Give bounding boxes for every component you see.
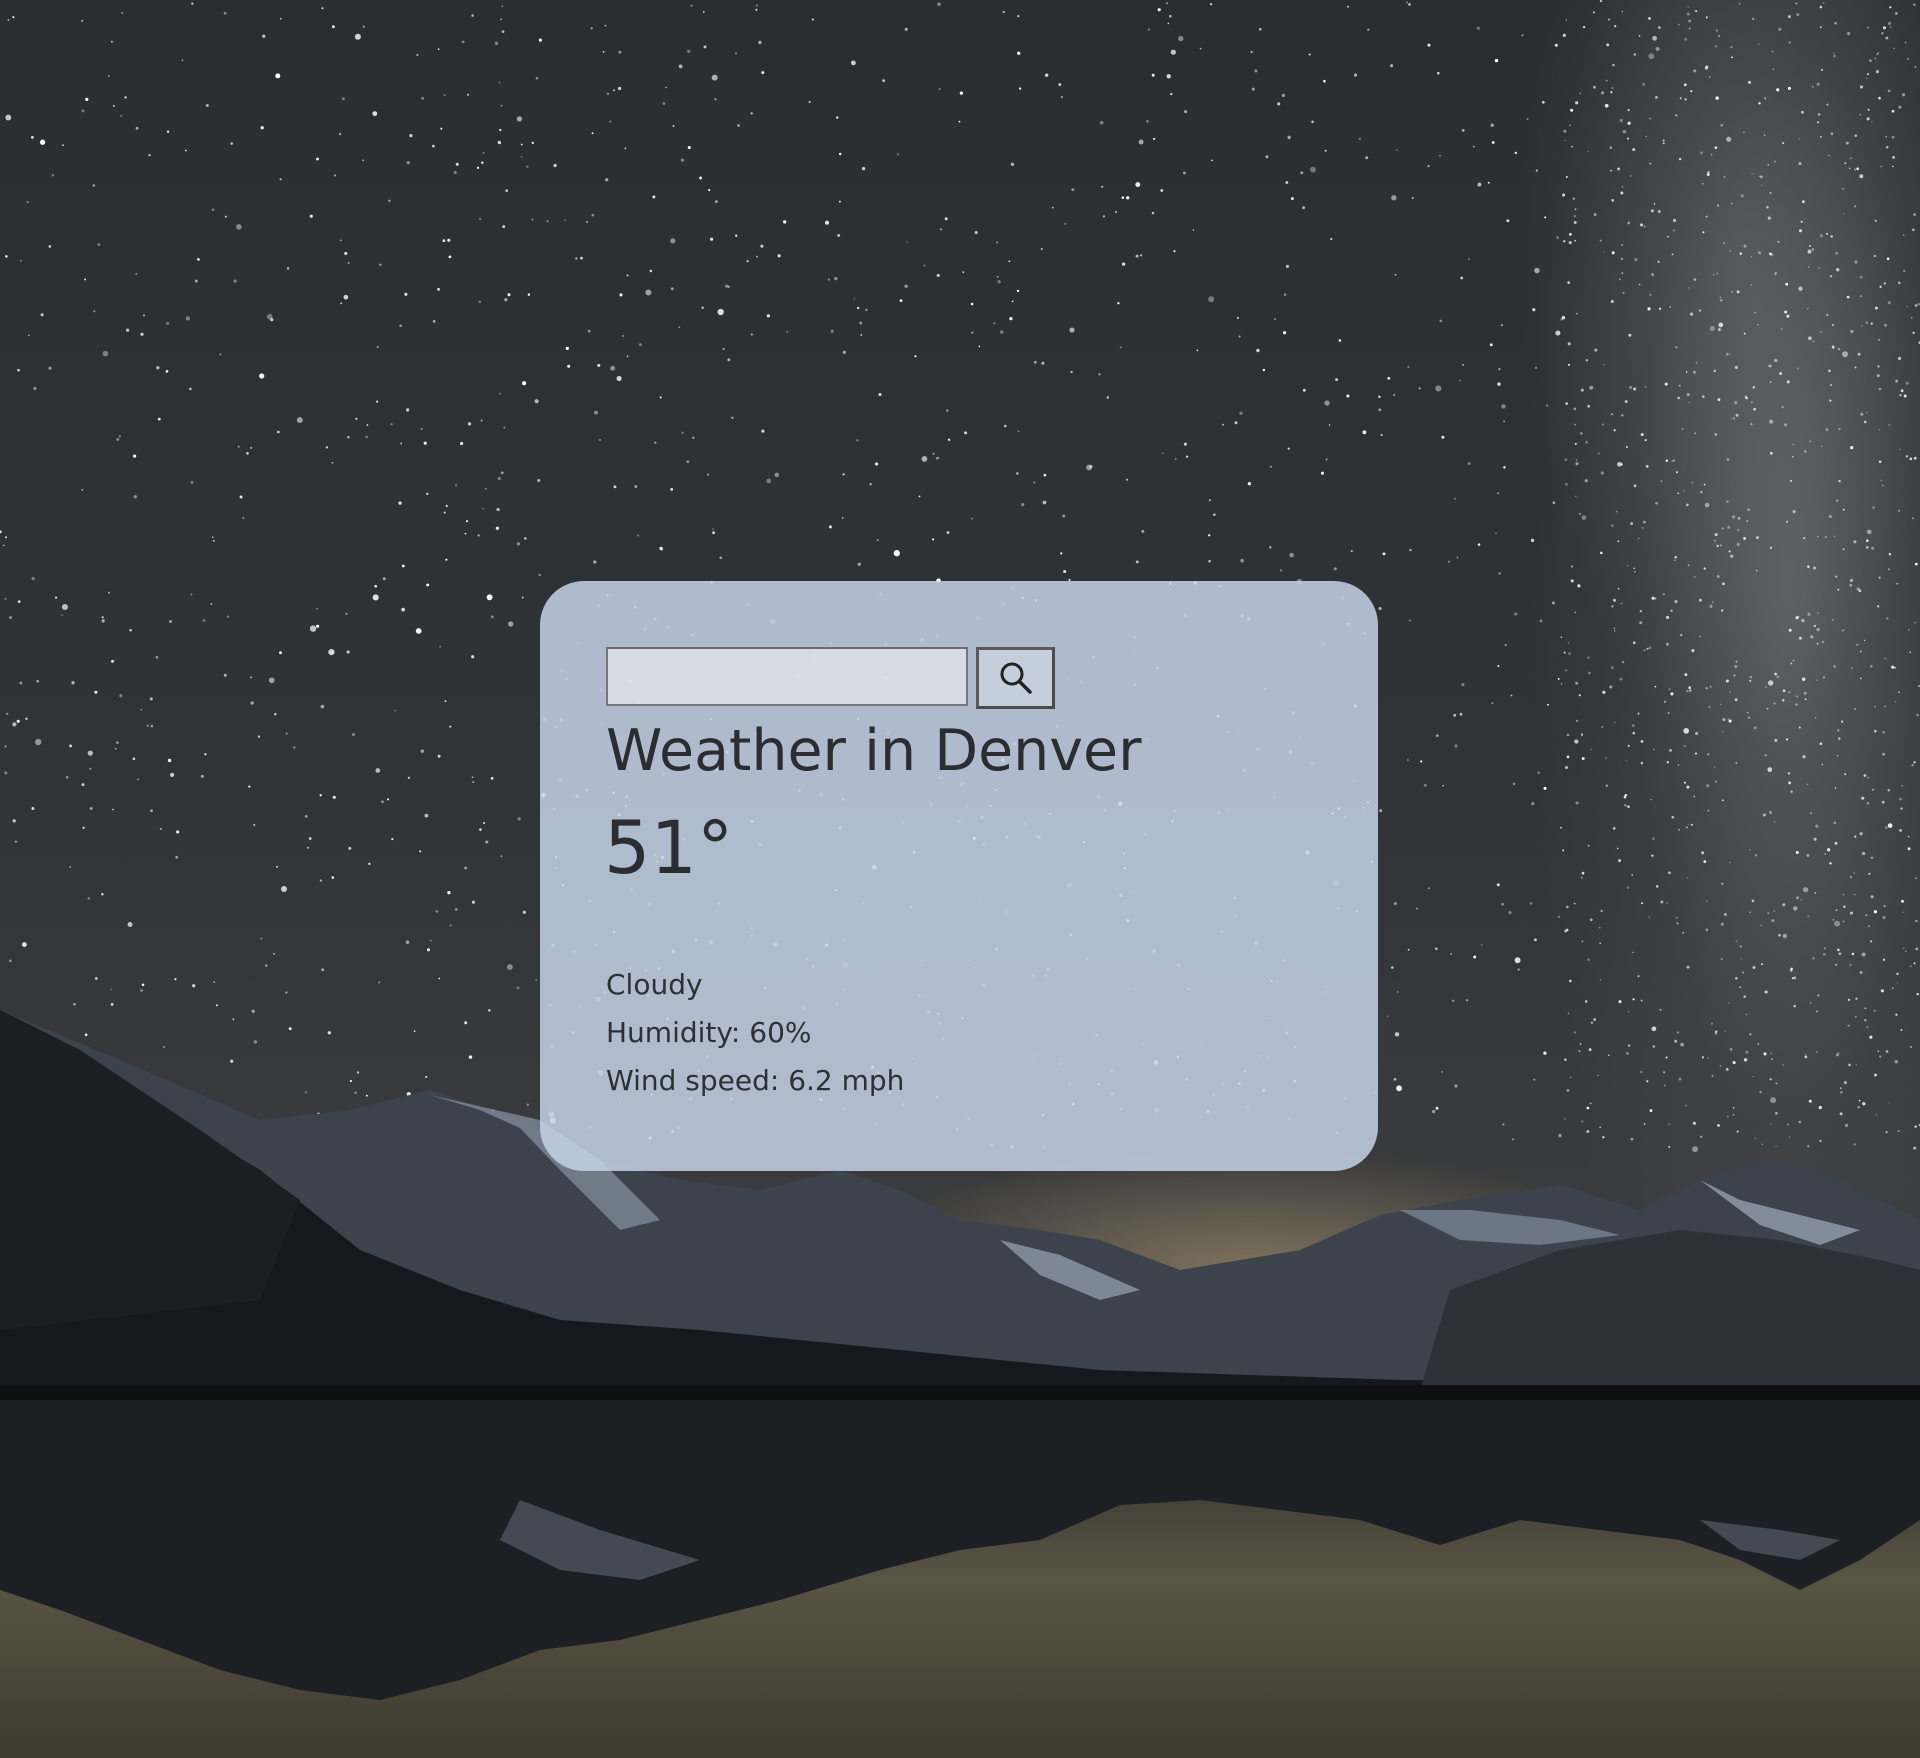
search-input[interactable] [606,647,968,706]
weather-description: Cloudy [606,968,703,1001]
humidity: Humidity: 60% [606,1016,812,1049]
search-button[interactable] [976,647,1055,709]
temperature: 51° [604,806,734,891]
wind-speed: Wind speed: 6.2 mph [606,1064,905,1097]
search-icon [1000,662,1032,694]
city-title: Weather in Denver [606,718,1142,784]
weather-details: Cloudy Humidity: 60% Wind speed: 6.2 mph [606,961,904,1105]
weather-card: Weather in Denver 51° Cloudy Humidity: 6… [540,581,1378,1171]
search-bar [606,647,1055,709]
